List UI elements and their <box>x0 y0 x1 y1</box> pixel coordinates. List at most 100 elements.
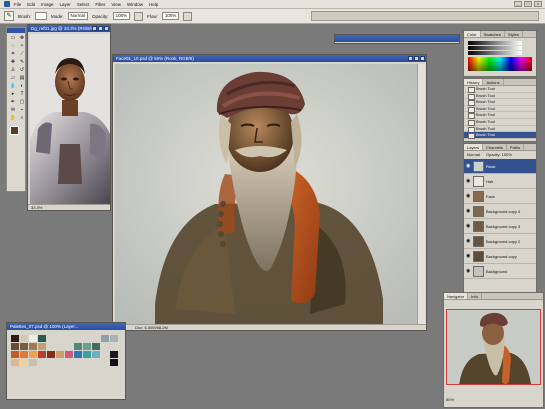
eye-icon[interactable]: ◉ <box>466 254 471 259</box>
history-item[interactable]: Brush Tool <box>464 99 536 106</box>
tab-info[interactable]: Info <box>468 293 482 299</box>
close-icon[interactable] <box>420 56 425 61</box>
eraser-tool-icon[interactable]: ▱ <box>9 75 17 82</box>
swatch[interactable] <box>56 359 64 366</box>
pen-tool-icon[interactable]: ✒ <box>9 99 17 106</box>
swatch[interactable] <box>56 343 64 350</box>
close-icon[interactable] <box>104 26 109 31</box>
reference-document-title[interactable]: Dg_ref01.jpg @ 33.3% (RGB/8) <box>28 25 110 32</box>
swatch[interactable] <box>92 343 100 350</box>
swatch[interactable] <box>38 335 46 342</box>
swatch[interactable] <box>20 335 28 342</box>
tab-styles[interactable]: Styles <box>505 31 523 37</box>
swatches-document-title[interactable]: Palettes_07.psd @ 100% (Layer... <box>7 323 125 330</box>
eye-icon[interactable]: ◉ <box>466 209 471 214</box>
swatch[interactable] <box>38 359 46 366</box>
green-slider[interactable] <box>468 46 522 50</box>
lasso-tool-icon[interactable]: ◌ <box>9 43 17 50</box>
navigator-preview[interactable] <box>446 309 541 385</box>
swatch[interactable] <box>47 359 55 366</box>
history-brush-tool-icon[interactable]: ↺ <box>18 67 26 74</box>
swatch[interactable] <box>83 359 91 366</box>
close-button[interactable]: x <box>534 1 542 7</box>
tab-actions[interactable]: Actions <box>483 79 504 85</box>
tab-layers[interactable]: Layers <box>464 144 484 150</box>
history-item[interactable]: Brush Tool <box>464 86 536 93</box>
layer-row[interactable]: ◉ Background copy 4 <box>464 204 536 219</box>
tab-swatches[interactable]: Swatches <box>481 31 505 37</box>
swatch[interactable] <box>38 351 46 358</box>
healing-brush-tool-icon[interactable]: ✚ <box>9 59 17 66</box>
swatch[interactable] <box>110 343 118 350</box>
palette-well[interactable] <box>311 11 539 21</box>
navigator-zoom-readout[interactable]: 50% <box>446 397 541 403</box>
layer-row[interactable]: ◉ Hair <box>464 174 536 189</box>
dodge-tool-icon[interactable]: ◐ <box>18 83 26 90</box>
layer-blend-mode[interactable]: Normal <box>467 151 480 159</box>
swatch[interactable] <box>65 335 73 342</box>
maximize-icon[interactable] <box>98 26 103 31</box>
swatch[interactable] <box>11 343 19 350</box>
brush-picker[interactable] <box>35 12 48 20</box>
zoom-tool-icon[interactable]: ⌕ <box>18 115 26 122</box>
eye-icon[interactable]: ◉ <box>466 269 471 274</box>
swatch[interactable] <box>83 335 91 342</box>
swatch[interactable] <box>47 351 55 358</box>
brush-preset-icon[interactable]: ✎ <box>4 11 14 21</box>
mode-select[interactable]: Normal <box>67 12 89 20</box>
layer-row[interactable]: ◉ Rook <box>464 159 536 174</box>
tablet-pressure-icon[interactable] <box>183 11 193 21</box>
swatch[interactable] <box>110 335 118 342</box>
swatch[interactable] <box>74 335 82 342</box>
minimize-icon[interactable] <box>92 26 97 31</box>
eyedropper-tool-icon[interactable]: ⌁ <box>18 107 26 114</box>
menu-window[interactable]: Window <box>127 2 143 7</box>
minimize-icon[interactable] <box>408 56 413 61</box>
move-tool-icon[interactable]: ✥ <box>18 35 26 42</box>
opacity-field[interactable]: 100% <box>112 12 131 20</box>
swatch[interactable] <box>29 335 37 342</box>
marquee-tool-icon[interactable]: ▭ <box>9 35 17 42</box>
shape-tool-icon[interactable]: ▢ <box>18 99 26 106</box>
menu-edit[interactable]: Edit <box>27 2 35 7</box>
blue-slider[interactable] <box>468 51 522 55</box>
swatch[interactable] <box>20 351 28 358</box>
eye-icon[interactable]: ◉ <box>466 179 471 184</box>
swatch[interactable] <box>65 351 73 358</box>
main-document-title[interactable]: Face01_10.psd @ 50% (Rook, RGB/8) <box>113 55 426 62</box>
menu-file[interactable]: File <box>14 2 21 7</box>
swatch[interactable] <box>83 343 91 350</box>
layer-row[interactable]: ◉ Background <box>464 264 536 279</box>
brush-tool-icon[interactable]: ✎ <box>18 59 26 66</box>
swatch[interactable] <box>92 335 100 342</box>
tab-navigator[interactable]: Navigator <box>444 293 469 299</box>
history-item[interactable]: Brush Tool <box>464 93 536 100</box>
eye-icon[interactable]: ◉ <box>466 224 471 229</box>
swatch[interactable] <box>56 335 64 342</box>
collapsed-palette-title[interactable] <box>335 35 459 42</box>
layer-row[interactable]: ◉ Background copy 3 <box>464 219 536 234</box>
swatch[interactable] <box>11 351 19 358</box>
layer-row[interactable]: ◉ Background copy 2 <box>464 234 536 249</box>
swatch[interactable] <box>38 343 46 350</box>
layer-opacity[interactable]: Opacity: 100% <box>486 151 512 159</box>
swatch[interactable] <box>20 359 28 366</box>
gradient-tool-icon[interactable]: ▤ <box>18 75 26 82</box>
swatch[interactable] <box>29 343 37 350</box>
history-item-current[interactable]: Brush Tool <box>464 132 536 139</box>
maximize-button[interactable]: □ <box>524 1 532 7</box>
eye-icon[interactable]: ◉ <box>466 164 471 169</box>
flow-field[interactable]: 100% <box>161 12 180 20</box>
swatch[interactable] <box>101 343 109 350</box>
color-spectrum-bar[interactable] <box>468 57 532 71</box>
history-item[interactable]: Brush Tool <box>464 112 536 119</box>
swatch[interactable] <box>65 343 73 350</box>
swatch[interactable] <box>29 359 37 366</box>
tab-history[interactable]: History <box>464 79 484 85</box>
main-vertical-scrollbar[interactable] <box>417 64 425 324</box>
reference-canvas[interactable] <box>30 34 110 204</box>
menu-help[interactable]: Help <box>149 2 158 7</box>
swatch[interactable] <box>83 351 91 358</box>
slice-tool-icon[interactable]: ⟋ <box>18 51 26 58</box>
swatch[interactable] <box>92 351 100 358</box>
